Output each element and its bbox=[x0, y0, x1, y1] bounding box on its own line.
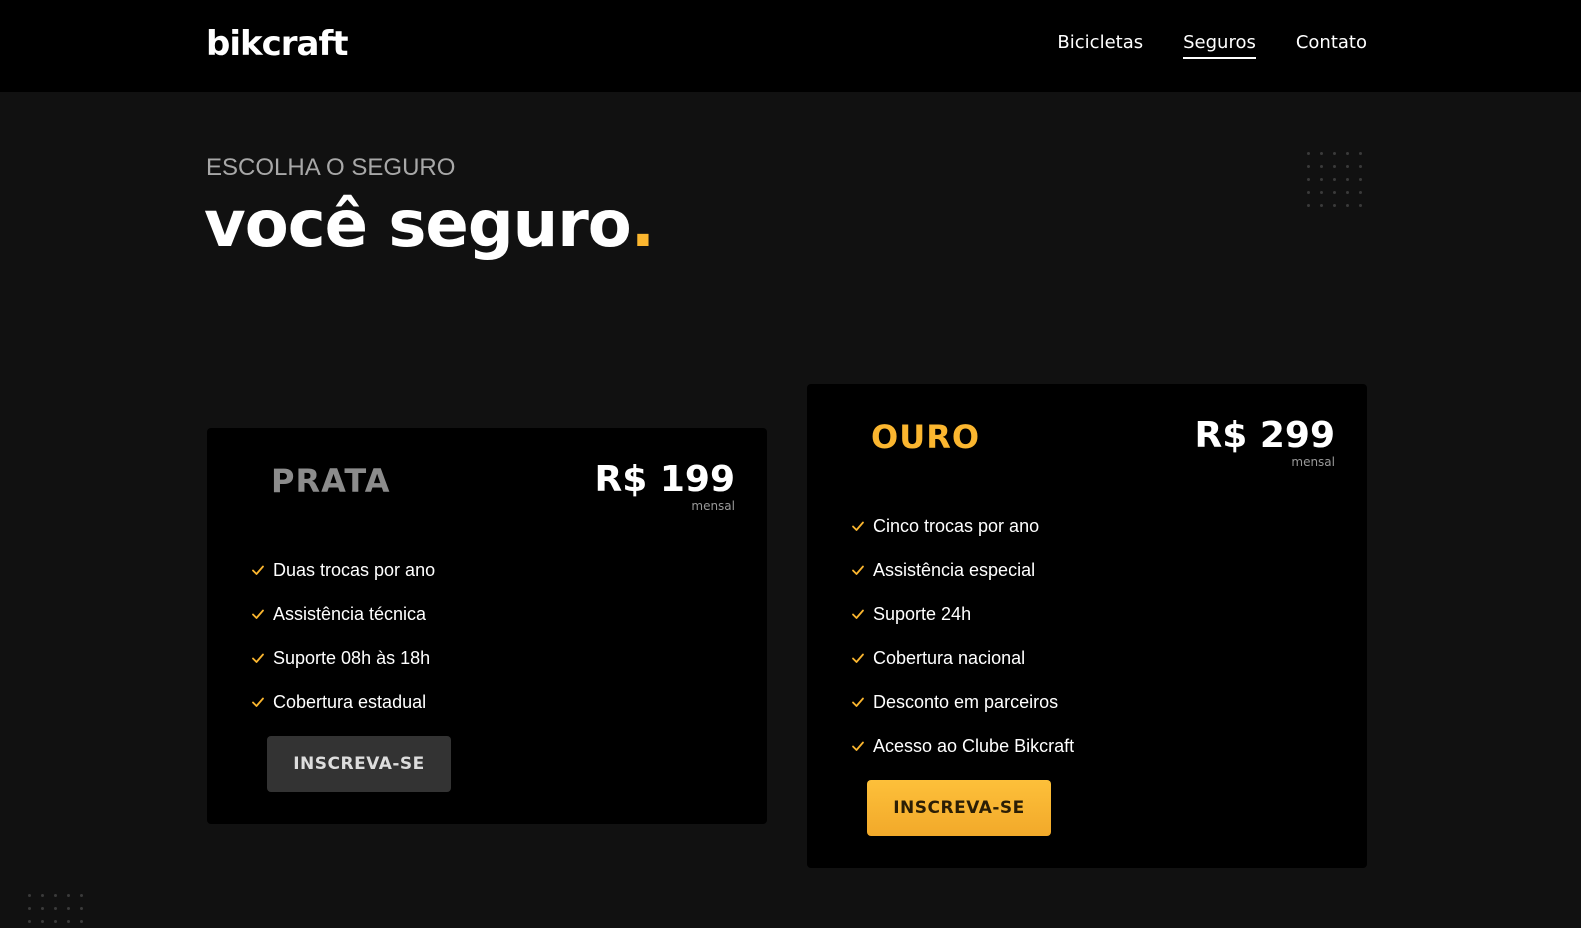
dot bbox=[1320, 191, 1323, 194]
dot bbox=[1346, 204, 1349, 207]
plan-price: R$ 199 mensal bbox=[594, 459, 735, 513]
check-icon bbox=[852, 521, 864, 531]
dot bbox=[1320, 152, 1323, 155]
feature-item: Cobertura estadual bbox=[251, 680, 435, 724]
dot bbox=[1346, 178, 1349, 181]
feature-label: Duas trocas por ano bbox=[273, 559, 436, 580]
price-amount: R$ 199 bbox=[594, 459, 735, 500]
dot bbox=[1307, 152, 1310, 155]
feature-label: Suporte 08h às 18h bbox=[273, 647, 431, 668]
nav-link-seguros[interactable]: Seguros bbox=[1183, 32, 1256, 59]
title-accent-dot: . bbox=[630, 188, 655, 262]
dot bbox=[1333, 191, 1336, 194]
check-icon bbox=[852, 609, 864, 619]
feature-item: Acesso ao Clube Bikcraft bbox=[851, 724, 1074, 768]
dot bbox=[67, 907, 70, 910]
dot bbox=[1359, 152, 1362, 155]
dot bbox=[80, 907, 83, 910]
dot bbox=[1346, 165, 1349, 168]
plan-name: PRATA bbox=[271, 462, 391, 500]
dot bbox=[1333, 152, 1336, 155]
feature-item: Desconto em parceiros bbox=[851, 680, 1074, 724]
dot bbox=[1307, 204, 1310, 207]
feature-label: Desconto em parceiros bbox=[873, 691, 1059, 712]
feature-label: Cobertura nacional bbox=[873, 647, 1026, 668]
price-period: mensal bbox=[1291, 455, 1335, 469]
feature-item: Suporte 08h às 18h bbox=[251, 636, 435, 680]
feature-list: Duas trocas por ano Assistência técnica Su… bbox=[251, 548, 435, 724]
dot bbox=[54, 907, 57, 910]
dot bbox=[1359, 191, 1362, 194]
dot bbox=[1333, 204, 1336, 207]
dot bbox=[54, 894, 57, 897]
dot bbox=[80, 894, 83, 897]
plan-name: OURO bbox=[871, 418, 981, 456]
dot bbox=[28, 907, 31, 910]
main-nav: Bicicletas Seguros Contato bbox=[1057, 32, 1367, 59]
dot bbox=[28, 920, 31, 923]
dot bbox=[1320, 204, 1323, 207]
dot bbox=[1359, 178, 1362, 181]
feature-label: Suporte 24h bbox=[873, 603, 972, 624]
feature-item: Assistência especial bbox=[851, 548, 1074, 592]
dot bbox=[1346, 152, 1349, 155]
dot bbox=[67, 920, 70, 923]
check-icon bbox=[252, 609, 264, 619]
dot bbox=[1320, 178, 1323, 181]
subscribe-button-prata[interactable]: INSCREVA-SE bbox=[267, 736, 451, 792]
page-title-text: você seguro bbox=[204, 188, 632, 262]
dot bbox=[1307, 165, 1310, 168]
check-icon bbox=[252, 653, 264, 663]
feature-item: Suporte 24h bbox=[851, 592, 1074, 636]
feature-item: Assistência técnica bbox=[251, 592, 435, 636]
section-eyebrow: ESCOLHA O SEGURO bbox=[206, 154, 456, 181]
dot bbox=[28, 894, 31, 897]
dot bbox=[1359, 204, 1362, 207]
page-title: você seguro. bbox=[204, 188, 655, 262]
dot bbox=[1359, 165, 1362, 168]
feature-item: Cinco trocas por ano bbox=[851, 504, 1074, 548]
dot bbox=[1333, 165, 1336, 168]
dot-grid-decoration bbox=[1307, 152, 1362, 207]
check-icon bbox=[852, 653, 864, 663]
dot bbox=[67, 894, 70, 897]
price-period: mensal bbox=[691, 499, 735, 513]
subscribe-button-ouro[interactable]: INSCREVA-SE bbox=[867, 780, 1051, 836]
plan-price: R$ 299 mensal bbox=[1194, 415, 1335, 469]
check-icon bbox=[252, 565, 264, 575]
nav-link-contato[interactable]: Contato bbox=[1296, 32, 1367, 59]
feature-label: Acesso ao Clube Bikcraft bbox=[873, 735, 1075, 756]
dot bbox=[41, 907, 44, 910]
feature-label: Cobertura estadual bbox=[273, 691, 427, 712]
dot bbox=[41, 894, 44, 897]
feature-item: Cobertura nacional bbox=[851, 636, 1074, 680]
feature-label: Assistência técnica bbox=[273, 603, 427, 624]
dot bbox=[1333, 178, 1336, 181]
check-icon bbox=[852, 565, 864, 575]
dot bbox=[1320, 165, 1323, 168]
nav-link-bicicletas[interactable]: Bicicletas bbox=[1057, 32, 1143, 59]
check-icon bbox=[852, 697, 864, 707]
site-header: bikcraft Bicicletas Seguros Contato bbox=[0, 0, 1581, 92]
dot bbox=[1346, 191, 1349, 194]
check-icon bbox=[252, 697, 264, 707]
dot bbox=[54, 920, 57, 923]
dot bbox=[41, 920, 44, 923]
price-amount: R$ 299 bbox=[1194, 415, 1335, 456]
dot bbox=[1307, 178, 1310, 181]
dot bbox=[80, 920, 83, 923]
dot-grid-decoration bbox=[28, 894, 83, 923]
dot bbox=[1307, 191, 1310, 194]
feature-label: Cinco trocas por ano bbox=[873, 515, 1040, 536]
plan-card-prata: PRATA R$ 199 mensal Duas trocas por ano A… bbox=[207, 428, 767, 824]
logo[interactable]: bikcraft bbox=[206, 24, 349, 64]
feature-list: Cinco trocas por ano Assistência especial… bbox=[851, 504, 1074, 768]
plan-card-ouro: OURO R$ 299 mensal Cinco trocas por ano A… bbox=[807, 384, 1367, 868]
feature-label: Assistência especial bbox=[873, 559, 1036, 580]
feature-item: Duas trocas por ano bbox=[251, 548, 435, 592]
check-icon bbox=[852, 741, 864, 751]
